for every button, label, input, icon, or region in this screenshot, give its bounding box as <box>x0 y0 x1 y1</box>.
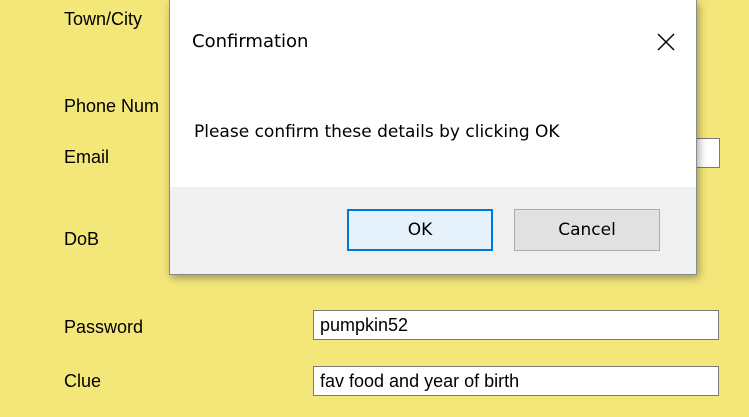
phone-number-label: Phone Num <box>64 96 160 116</box>
dialog-button-bar: OK Cancel <box>170 187 696 274</box>
dialog-message: Please confirm these details by clicking… <box>194 122 560 142</box>
dob-label: DoB <box>64 229 100 249</box>
email-label: Email <box>64 147 110 167</box>
town-city-label: Town/City <box>64 9 143 29</box>
password-field[interactable]: pumpkin52 <box>313 310 719 340</box>
ok-button[interactable]: OK <box>347 209 493 251</box>
cancel-button[interactable]: Cancel <box>514 209 660 251</box>
clue-label: Clue <box>64 371 102 391</box>
dialog-title: Confirmation <box>192 31 309 52</box>
confirmation-dialog: Confirmation Please confirm these detail… <box>169 0 697 275</box>
clue-field[interactable]: fav food and year of birth <box>313 366 719 396</box>
password-label: Password <box>64 317 144 337</box>
close-button[interactable] <box>646 24 686 60</box>
close-icon <box>657 33 675 51</box>
